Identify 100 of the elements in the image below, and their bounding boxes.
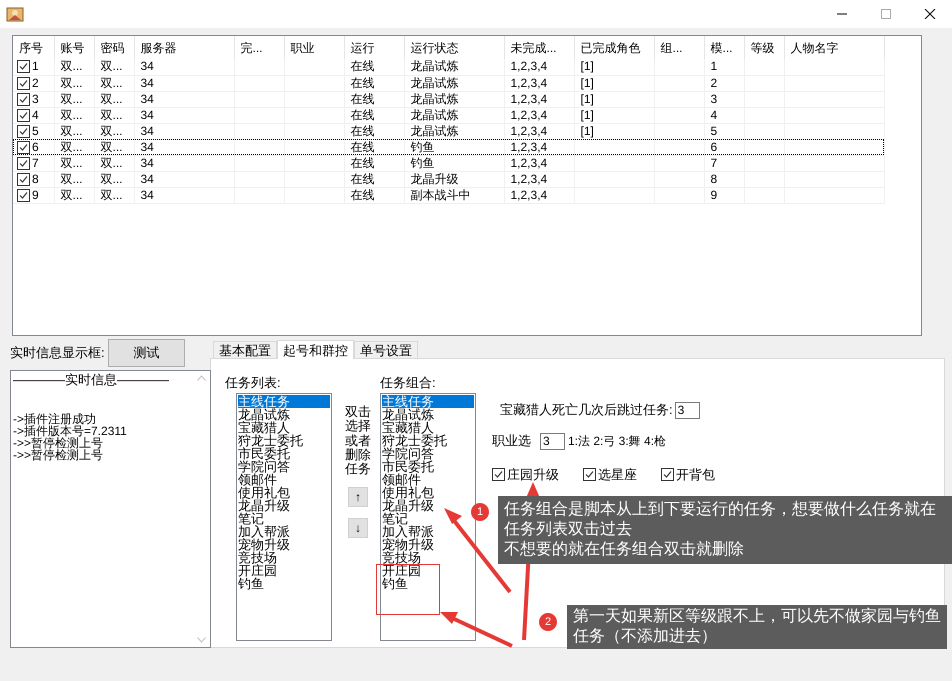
list-item[interactable]: 开庄园 [238, 564, 330, 577]
list-item[interactable]: 宝藏猎人 [382, 421, 474, 434]
column-header[interactable]: 服务器 [134, 36, 234, 59]
list-item[interactable]: 市民委托 [238, 447, 330, 460]
list-item[interactable]: 狩龙士委托 [238, 434, 330, 447]
table-cell: 8 [710, 172, 718, 186]
column-header[interactable]: 序号 [13, 36, 54, 59]
list-item[interactable]: 龙晶升级 [238, 499, 330, 512]
column-header[interactable]: 运行 [344, 36, 404, 59]
list-item[interactable]: 龙晶升级 [382, 499, 474, 512]
checkbox-label[interactable]: 庄园升级 [507, 465, 559, 484]
table-cell: 在线 [350, 124, 374, 138]
column-header[interactable]: 未完成... [504, 36, 574, 59]
list-item[interactable]: 宠物升级 [238, 538, 330, 551]
task-list[interactable]: 主线任务 龙晶试炼 宝藏猎人 狩龙士委托 市民委托 学院问答 领邮件 使用礼包 龙晶升级 笔记 加入帮派 宠物升级 竞技场 开庄园 钓鱼 [236, 393, 332, 641]
log-line: ->>暂停检测上号 [13, 449, 104, 461]
checkbox[interactable] [661, 468, 674, 482]
column-header[interactable]: 组... [654, 36, 704, 59]
column-header[interactable]: 职业 [284, 36, 344, 59]
table-cell: 龙晶试炼 [410, 76, 458, 90]
table-cell: 5 [32, 124, 39, 138]
list-item[interactable]: 主线任务 [238, 395, 330, 408]
list-item[interactable]: 领邮件 [238, 473, 330, 486]
table-cell: 龙晶试炼 [410, 108, 458, 122]
log-line: ->>暂停检测上号 [13, 437, 104, 449]
table-cell: 双... [60, 76, 83, 90]
row-checkbox[interactable] [17, 172, 30, 186]
list-item[interactable]: 学院问答 [238, 460, 330, 473]
checkbox-label[interactable]: 开背包 [676, 465, 715, 484]
log-line: ->插件版本号=7.2311 [13, 425, 128, 437]
list-item[interactable]: 主线任务 [382, 395, 474, 408]
table-cell: [1] [580, 124, 594, 138]
list-item[interactable]: 狩龙士委托 [382, 434, 474, 447]
list-item[interactable]: 笔记 [238, 512, 330, 525]
table-cell: 34 [140, 124, 154, 138]
table-cell: 在线 [350, 76, 374, 90]
list-item[interactable]: 使用礼包 [382, 486, 474, 499]
table-cell: [1] [580, 92, 594, 106]
table-cell: 在线 [350, 188, 374, 202]
list-item[interactable]: 领邮件 [382, 473, 474, 486]
table-cell: 34 [140, 76, 154, 90]
table-cell: 1 [710, 59, 718, 74]
tab[interactable]: 基本配置 [213, 341, 277, 358]
table-cell: 龙晶试炼 [410, 92, 458, 106]
row-checkbox[interactable] [17, 156, 30, 170]
checkbox[interactable] [583, 468, 596, 482]
table-cell: 双... [60, 188, 83, 202]
column-header[interactable]: 账号 [54, 36, 94, 59]
list-item[interactable]: 加入帮派 [382, 525, 474, 538]
list-item[interactable]: 龙晶试炼 [238, 408, 330, 421]
table-cell: 双... [60, 140, 83, 154]
row-checkbox[interactable] [17, 188, 30, 202]
checkbox-label[interactable]: 选星座 [598, 465, 637, 484]
info-label: 实时信息显示框: [10, 344, 106, 362]
table-cell: 9 [710, 188, 718, 202]
tab[interactable]: 单号设置 [354, 341, 418, 358]
list-item[interactable]: 钓鱼 [382, 577, 474, 590]
list-item[interactable]: 开庄园 [382, 564, 474, 577]
table-cell: 34 [140, 172, 154, 186]
list-item[interactable]: 竞技场 [238, 551, 330, 564]
table-cell: 6 [710, 140, 718, 154]
list-item[interactable]: 宠物升级 [382, 538, 474, 551]
list-item[interactable]: 钓鱼 [238, 577, 330, 590]
test-button[interactable]: 测试 [108, 339, 185, 367]
tab[interactable]: 起号和群控 [277, 340, 354, 359]
row-checkbox[interactable] [17, 124, 30, 138]
move-up-button[interactable]: ↑ [348, 487, 368, 508]
close-icon[interactable] [924, 9, 936, 19]
column-header[interactable]: 模... [704, 36, 744, 59]
table-cell: 34 [140, 140, 154, 154]
table-cell: 3 [710, 92, 718, 106]
row-checkbox[interactable] [17, 92, 30, 106]
column-header[interactable]: 等级 [744, 36, 784, 59]
class-field[interactable]: 3 [540, 432, 565, 450]
table-cell: 双... [100, 140, 123, 154]
list-item[interactable]: 笔记 [382, 512, 474, 525]
table-cell: [1] [580, 59, 594, 74]
list-item[interactable]: 加入帮派 [238, 525, 330, 538]
row-checkbox[interactable] [17, 140, 30, 154]
row-checkbox[interactable] [17, 60, 30, 74]
death-count-field[interactable]: 3 [674, 402, 700, 418]
row-checkbox[interactable] [17, 108, 30, 122]
column-header[interactable]: 完... [234, 36, 284, 59]
list-item[interactable]: 市民委托 [382, 460, 474, 473]
list-item[interactable]: 学院问答 [382, 447, 474, 460]
list-item[interactable]: 龙晶试炼 [382, 408, 474, 421]
table-cell: 在线 [350, 140, 374, 154]
task-combo-list[interactable]: 主线任务 龙晶试炼 宝藏猎人 狩龙士委托 学院问答 市民委托 领邮件 使用礼包 龙晶升级 笔记 加入帮派 宠物升级 竞技场 开庄园 钓鱼 [380, 393, 476, 641]
column-header[interactable]: 人物名字 [784, 36, 884, 59]
column-header[interactable]: 运行状态 [404, 36, 504, 59]
checkbox[interactable] [492, 468, 505, 482]
column-header[interactable]: 密码 [94, 36, 134, 59]
column-header[interactable]: 已完成角色 [574, 36, 654, 59]
row-checkbox[interactable] [17, 76, 30, 90]
list-item[interactable]: 竞技场 [382, 551, 474, 564]
table-cell: 双... [100, 76, 123, 90]
list-item[interactable]: 使用礼包 [238, 486, 330, 499]
table-cell: 双... [100, 59, 123, 74]
move-down-button[interactable]: ↓ [348, 518, 368, 538]
list-item[interactable]: 宝藏猎人 [238, 421, 330, 434]
